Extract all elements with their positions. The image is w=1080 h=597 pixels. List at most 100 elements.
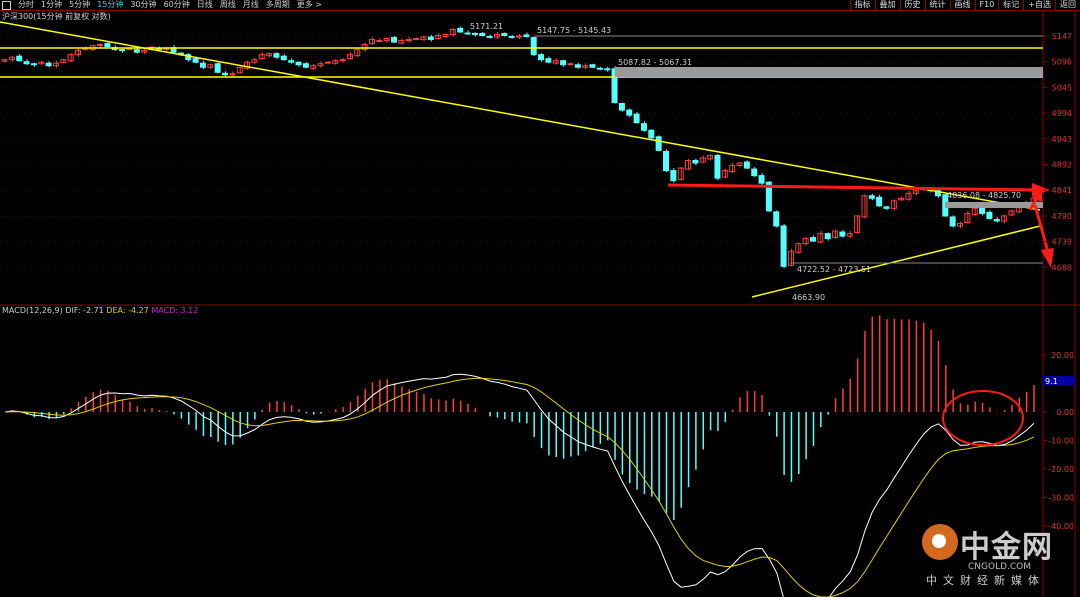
candle-down [876, 196, 883, 207]
candle-down [780, 225, 787, 267]
candle-down [883, 206, 890, 209]
candle-down [663, 150, 669, 172]
candle-down [471, 32, 478, 35]
candle-down [214, 63, 221, 73]
candle-down [986, 211, 993, 219]
candle-down [751, 168, 758, 177]
cursor-value: 9.1 [1045, 377, 1058, 386]
candle-down [692, 159, 699, 164]
candle-down [949, 216, 956, 227]
price-tick-label: 5147 [1052, 32, 1072, 41]
candle-down [589, 64, 596, 68]
candle-down [743, 161, 750, 169]
candle-down [545, 58, 552, 63]
macd-tick-label: 20.00 [1051, 351, 1074, 360]
price-tick-label: 4841 [1052, 186, 1072, 195]
candle-down [119, 49, 126, 52]
label-high: 5171.21 [470, 22, 503, 31]
candle-down [574, 64, 581, 68]
label-range1: 5147.75 - 5145.43 [537, 26, 611, 35]
price-tick-label: 4688 [1052, 263, 1072, 272]
macd-tick-label: -10.00 [1048, 437, 1074, 446]
label-range2: 5087.82 - 5067.31 [618, 58, 692, 67]
candle-down [45, 62, 52, 67]
candle-down [192, 58, 199, 63]
candle-down [133, 49, 140, 53]
candle-down [501, 32, 508, 36]
price-tick-label: 4943 [1052, 135, 1072, 144]
candlestick-chart[interactable]: 5171.21 5147.75 - 5145.43 5087.82 - 5067… [0, 0, 1080, 597]
candle-down [23, 61, 30, 65]
logo-cn: 中金网 [960, 530, 1053, 565]
candle-down [464, 32, 471, 35]
candle-down [295, 61, 302, 66]
candle-down [302, 63, 309, 68]
drawings: 5171.21 5147.75 - 5145.43 5087.82 - 5067… [0, 21, 1054, 446]
trendline-up [751, 225, 1041, 298]
candle-down [868, 195, 875, 199]
candles [1, 26, 1037, 269]
label-low: 4663.90 [792, 293, 825, 302]
trendline-down [0, 21, 1041, 211]
candle-down [538, 54, 545, 61]
candle-down [30, 63, 37, 66]
candle-down [479, 32, 486, 36]
candle-down [508, 36, 515, 39]
logo-en: CNGOLD.COM [968, 562, 1032, 572]
macd-panel [4, 315, 1035, 597]
candle-down [457, 27, 464, 33]
macd-tick-label: -20.00 [1048, 465, 1074, 474]
candle-down [640, 123, 647, 131]
candle-down [758, 175, 765, 184]
candle-up [324, 61, 331, 64]
price-tick-label: 4739 [1052, 238, 1072, 247]
candle-down [655, 136, 662, 151]
candle-down [618, 103, 625, 111]
macd-tick-label: -30.00 [1048, 494, 1074, 503]
price-tick-label: 4994 [1052, 109, 1072, 118]
label-range3: 4836.08 - 4825.70 [947, 191, 1021, 200]
candle-down [596, 67, 603, 70]
candle-down [626, 109, 633, 116]
candle-down [427, 36, 434, 41]
candle-up [567, 63, 574, 66]
candle-up [413, 38, 420, 41]
red-arrow-horizontal [667, 183, 1041, 192]
candle-down [714, 154, 721, 179]
candle-down [633, 113, 640, 124]
candle-down [810, 237, 816, 242]
candle-down [839, 231, 846, 237]
label-range4: 4722.52 - 4723.51 [797, 265, 871, 274]
price-tick-label: 5096 [1052, 58, 1072, 67]
highlight-circle [942, 390, 1024, 446]
candle-down [391, 37, 398, 43]
candle-down [280, 55, 287, 61]
candle-down [16, 55, 23, 62]
candle-down [560, 60, 567, 66]
candle-down [273, 53, 280, 58]
candle-down [104, 43, 111, 48]
gap-zone-1 [615, 67, 1043, 77]
candle-down [670, 170, 677, 182]
candle-up [376, 40, 383, 43]
gap-zone-2 [945, 202, 1043, 208]
candle-down [222, 72, 228, 76]
candle-down [979, 207, 986, 214]
candle-down [486, 36, 493, 39]
candle-down [648, 129, 655, 139]
price-tick-label: 4892 [1052, 161, 1072, 170]
candle-down [773, 211, 780, 227]
price-tick-label: 4790 [1052, 212, 1072, 221]
candle-down [824, 233, 831, 240]
candle-down [530, 37, 537, 56]
red-arrow-down [1033, 204, 1050, 253]
candle-down [993, 218, 1000, 222]
candle-down [604, 68, 611, 71]
candle-down [288, 60, 295, 63]
candle-down [199, 62, 206, 68]
macd-tick-label: 0.00 [1056, 408, 1074, 417]
price-tick-label: 5045 [1052, 83, 1072, 92]
logo-sub: 中文财经新媒体 [926, 574, 1045, 587]
logo-icon [922, 524, 958, 560]
candle-down [523, 34, 530, 38]
